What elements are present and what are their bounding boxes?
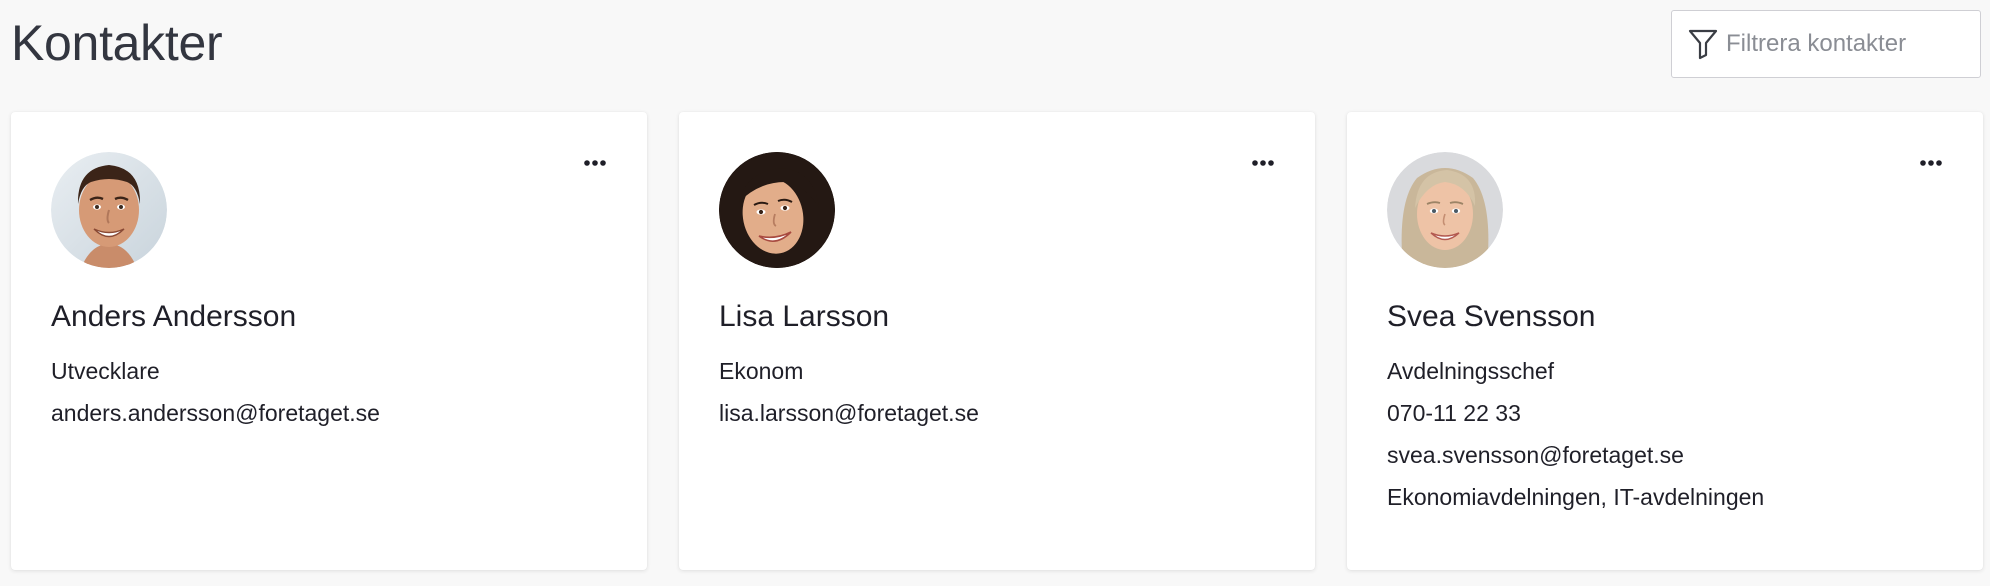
contact-card: Anders Andersson Utvecklare anders.ander…	[11, 112, 647, 570]
contact-details: Ekonom lisa.larsson@foretaget.se	[719, 350, 1275, 434]
contact-name: Svea Svensson	[1387, 300, 1596, 333]
contact-email: svea.svensson@foretaget.se	[1387, 442, 1684, 468]
more-horizontal-icon	[1920, 160, 1942, 166]
contact-phone: 070-11 22 33	[1387, 400, 1521, 426]
contact-name: Lisa Larsson	[719, 300, 890, 333]
contact-details: Utvecklare anders.andersson@foretaget.se	[51, 350, 607, 434]
contacts-page: Kontakter Filtrera kontakter Anders Ande…	[0, 0, 1990, 586]
funnel-icon	[1686, 26, 1720, 62]
more-horizontal-icon	[584, 160, 606, 166]
contact-email: anders.andersson@foretaget.se	[51, 400, 380, 426]
filter-input[interactable]	[1726, 30, 1966, 58]
avatar	[719, 152, 835, 268]
contact-details: Avdelningsschef 070-11 22 33 svea.svenss…	[1387, 350, 1943, 518]
more-options-button[interactable]	[1911, 148, 1951, 178]
more-options-button[interactable]	[1243, 148, 1283, 178]
contact-name: Anders Andersson	[51, 300, 297, 333]
contact-card: Svea Svensson Avdelningsschef 070-11 22 …	[1347, 112, 1983, 570]
contact-title: Utvecklare	[51, 358, 160, 384]
contact-title: Ekonom	[719, 358, 804, 384]
contact-title: Avdelningsschef	[1387, 358, 1555, 384]
more-horizontal-icon	[1252, 160, 1274, 166]
avatar	[51, 152, 167, 268]
more-options-button[interactable]	[575, 148, 615, 178]
contact-card-list: Anders Andersson Utvecklare anders.ander…	[11, 112, 1983, 570]
filter-field[interactable]	[1671, 10, 1981, 78]
contact-card: Lisa Larsson Ekonom lisa.larsson@foretag…	[679, 112, 1315, 570]
contact-email: lisa.larsson@foretaget.se	[719, 400, 979, 426]
avatar	[1387, 152, 1503, 268]
contact-departments: Ekonomiavdelningen, IT-avdelningen	[1387, 484, 1765, 510]
page-title: Kontakter	[11, 15, 223, 71]
